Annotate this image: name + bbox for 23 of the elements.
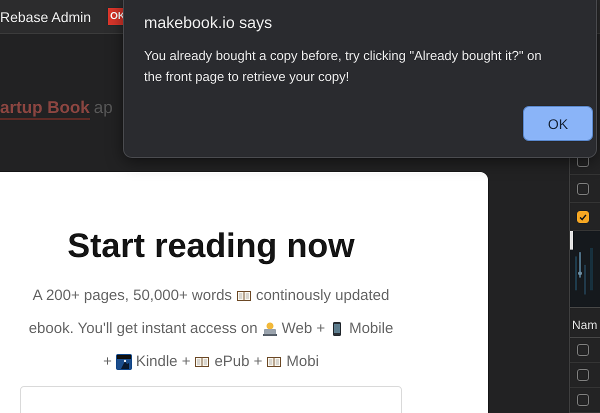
description-text: Kindle + (136, 353, 190, 370)
description-text: Web + (282, 320, 326, 337)
description-text: Mobi (286, 353, 319, 370)
description-text: + (103, 353, 112, 370)
checkbox[interactable] (577, 394, 589, 406)
card-title: Start reading now (67, 226, 355, 267)
kindle-icon (116, 354, 132, 370)
laptop-user-icon (262, 320, 278, 336)
description-text: ePub + (214, 353, 262, 370)
checkbox[interactable] (577, 369, 589, 381)
description-text: A 200+ pages, 50,000+ words (32, 287, 232, 304)
checkbox[interactable] (577, 344, 589, 356)
description-text: ebook. You'll get instant access on (28, 320, 258, 337)
input-field[interactable] (20, 386, 402, 413)
checkbox[interactable] (577, 210, 589, 222)
dialog-title: makebook.io says (144, 15, 274, 33)
description-text: continously updated (256, 287, 390, 304)
dialog-message: You already bought a copy before, try clicking "Already bought it?" on the front page to retrieve your copy! (144, 47, 543, 86)
column-header[interactable]: Nam (570, 307, 600, 338)
description-text: Mobile (349, 320, 394, 337)
ok-button[interactable]: OK (523, 106, 593, 141)
checkbox[interactable] (577, 182, 589, 194)
app-title: Rebase Admin (0, 8, 92, 24)
